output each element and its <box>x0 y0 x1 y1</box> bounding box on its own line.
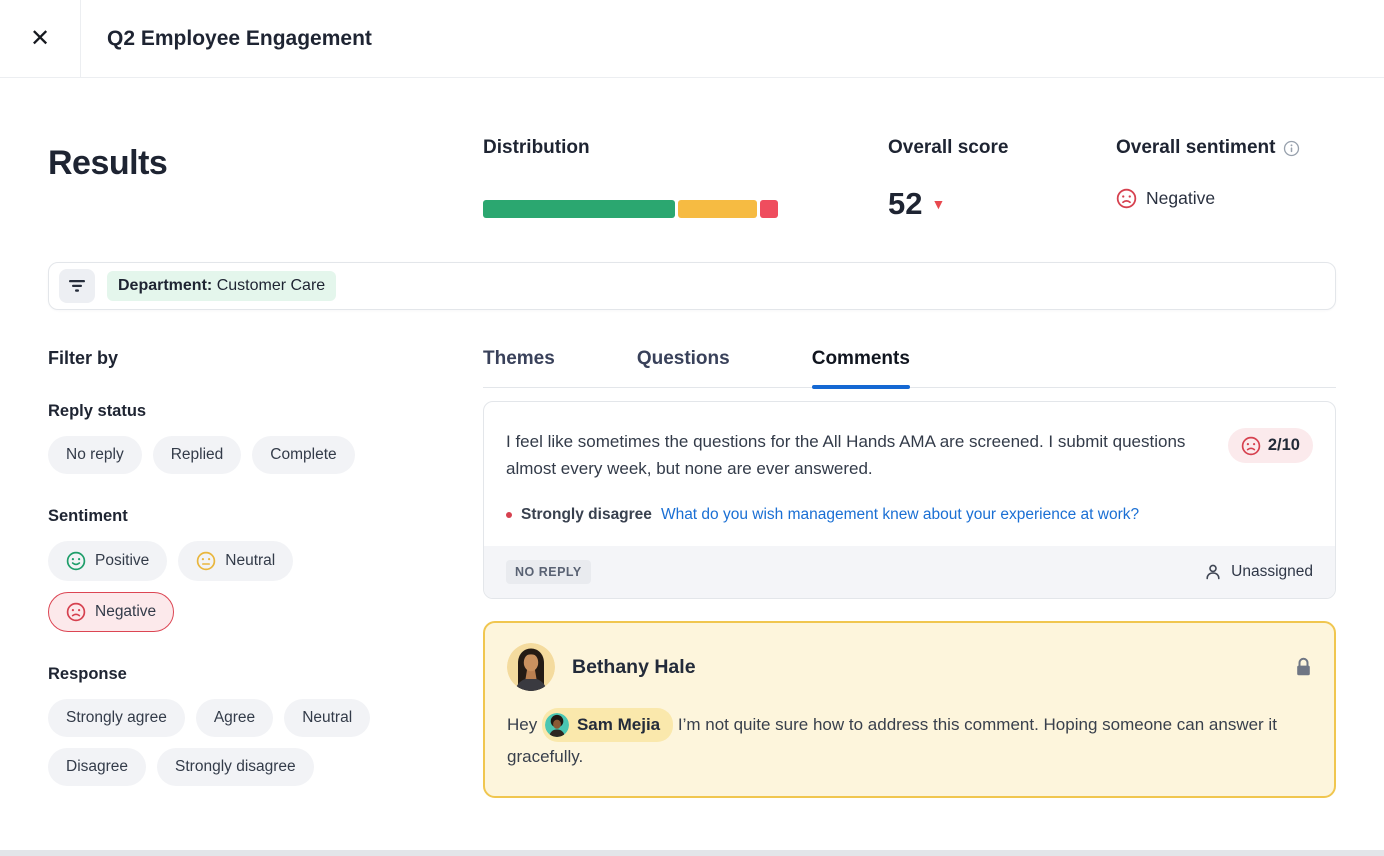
page-title: Results <box>48 144 483 183</box>
filter-pill-complete[interactable]: Complete <box>252 436 354 474</box>
assignee-value: Unassigned <box>1231 563 1313 581</box>
lock-icon <box>1295 657 1312 677</box>
comment-score-badge: 2/10 <box>1228 428 1313 463</box>
filter-pill-no-reply[interactable]: No reply <box>48 436 142 474</box>
results-main: Themes Questions Comments I feel like so… <box>483 348 1336 798</box>
avatar-sam-mejia <box>545 713 569 737</box>
neutral-face-icon <box>196 551 216 571</box>
negative-face-icon <box>1116 188 1137 209</box>
filter-pill-strongly-agree[interactable]: Strongly agree <box>48 699 185 737</box>
sentiment-group: Sentiment Positive Neutral <box>48 507 483 632</box>
comment-response-label: Strongly disagree <box>521 506 652 524</box>
reply-card: Bethany Hale Hey <box>483 621 1336 798</box>
department-filter-value: Customer Care <box>217 277 325 294</box>
info-icon[interactable] <box>1283 140 1300 157</box>
filter-pill-negative[interactable]: Negative <box>48 592 174 632</box>
positive-face-icon <box>66 551 86 571</box>
comment-text: I feel like sometimes the questions for … <box>506 428 1206 482</box>
topbar: ✕ Q2 Employee Engagement <box>0 0 1384 78</box>
mention-name: Sam Mejia <box>577 710 660 740</box>
reply-status-badge: NO REPLY <box>506 560 591 584</box>
filter-pill-strongly-disagree[interactable]: Strongly disagree <box>157 748 314 786</box>
distribution-segment-positive <box>483 200 675 218</box>
close-icon: ✕ <box>30 24 50 53</box>
tab-questions[interactable]: Questions <box>637 348 730 387</box>
tab-themes[interactable]: Themes <box>483 348 555 387</box>
results-header: Results Distribution Overall score 52 ▼ … <box>48 136 1336 222</box>
neutral-pill-label: Neutral <box>225 552 275 570</box>
overall-score-value: 52 <box>888 186 922 222</box>
distribution-label: Distribution <box>483 136 888 160</box>
negative-face-icon <box>1241 436 1261 456</box>
question-link[interactable]: What do you wish management knew about y… <box>661 506 1139 524</box>
assignee-control[interactable]: Unassigned <box>1204 563 1313 581</box>
filter-icon <box>68 279 86 293</box>
distribution-segment-negative <box>760 200 778 218</box>
distribution-bar <box>483 200 778 218</box>
filter-pill-neutral-sentiment[interactable]: Neutral <box>178 541 293 581</box>
reply-author-name: Bethany Hale <box>572 656 1278 679</box>
filter-pill-agree[interactable]: Agree <box>196 699 273 737</box>
tab-comments[interactable]: Comments <box>812 348 910 387</box>
tab-bar: Themes Questions Comments <box>483 348 1336 388</box>
response-bullet <box>506 512 512 518</box>
bottom-page-edge <box>0 850 1384 856</box>
filter-pill-replied[interactable]: Replied <box>153 436 242 474</box>
distribution-segment-neutral <box>678 200 758 218</box>
reply-status-label: Reply status <box>48 402 483 421</box>
overall-score-label: Overall score <box>888 136 1116 160</box>
negative-pill-label: Negative <box>95 603 156 621</box>
avatar-bethany-hale <box>507 643 555 691</box>
close-button[interactable]: ✕ <box>0 0 81 77</box>
overall-sentiment-label: Overall sentiment <box>1116 136 1275 160</box>
reply-greeting: Hey <box>507 715 537 734</box>
comment-score-value: 2/10 <box>1268 436 1300 455</box>
response-group: Response Strongly agree Agree Neutral Di… <box>48 665 483 786</box>
department-filter-chip[interactable]: Department: Customer Care <box>107 271 336 301</box>
comment-card: I feel like sometimes the questions for … <box>483 401 1336 599</box>
survey-title: Q2 Employee Engagement <box>107 27 372 51</box>
positive-pill-label: Positive <box>95 552 149 570</box>
person-icon <box>1204 563 1222 581</box>
negative-face-icon <box>66 602 86 622</box>
sentiment-label: Sentiment <box>48 507 483 526</box>
filter-pill-neutral-response[interactable]: Neutral <box>284 699 370 737</box>
filter-button[interactable] <box>59 269 95 303</box>
response-label: Response <box>48 665 483 684</box>
active-filters-bar: Department: Customer Care <box>48 262 1336 310</box>
trend-down-icon: ▼ <box>931 196 945 212</box>
comment-footer: NO REPLY Unassigned <box>484 546 1335 598</box>
filter-by-title: Filter by <box>48 348 483 369</box>
filter-pill-positive[interactable]: Positive <box>48 541 167 581</box>
filter-pill-disagree[interactable]: Disagree <box>48 748 146 786</box>
overall-sentiment-value: Negative <box>1146 188 1215 209</box>
mention-sam-mejia[interactable]: Sam Mejia <box>542 708 673 742</box>
department-filter-label: Department: <box>118 277 212 294</box>
survey-results-modal: ✕ Q2 Employee Engagement Results Distrib… <box>0 0 1384 856</box>
filter-sidebar: Filter by Reply status No reply Replied … <box>48 348 483 798</box>
reply-status-group: Reply status No reply Replied Complete <box>48 402 483 474</box>
reply-message: Hey <box>507 708 1312 772</box>
